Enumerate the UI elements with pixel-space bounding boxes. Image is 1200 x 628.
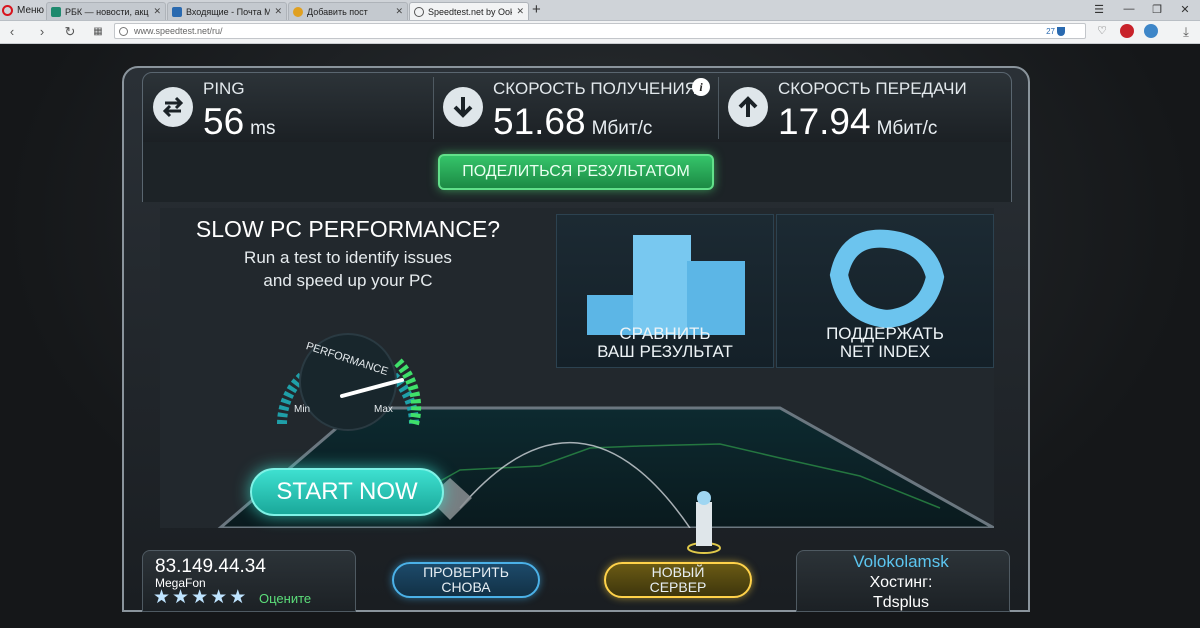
upload-label: СКОРОСТЬ ПЕРЕДАЧИ	[778, 79, 967, 98]
close-window-icon[interactable]: ✕	[1174, 0, 1196, 18]
mail-favicon-icon	[172, 6, 182, 17]
server-location-marker-icon	[687, 491, 721, 554]
client-ip: 83.149.44.34	[155, 556, 266, 577]
back-icon[interactable]: ‹	[4, 24, 20, 39]
post-favicon-icon	[293, 6, 303, 17]
tab-add-post[interactable]: Добавить пост ✕	[288, 2, 408, 20]
tab-close-icon[interactable]: ✕	[395, 6, 403, 17]
address-url: www.speedtest.net/ru/	[134, 26, 223, 36]
info-icon[interactable]: i	[692, 78, 710, 96]
compare-result-tile[interactable]: СРАВНИТЬ ВАШ РЕЗУЛЬТАТ	[556, 214, 774, 368]
adblock-extension-icon[interactable]	[1120, 24, 1134, 38]
net-index-line-2: NET INDEX	[839, 342, 931, 361]
tab-title: Speedtest.net by Ookla - S	[428, 6, 512, 17]
browser-tab-bar: Меню РБК — новости, акции, к ✕ Входящие …	[0, 0, 1200, 21]
ad-subtitle: Run a test to identify issues and speed …	[186, 246, 510, 292]
net-index-line-1: ПОДДЕРЖАТЬ	[826, 324, 944, 343]
net-index-tile[interactable]: ПОДДЕРЖАТЬ NET INDEX	[776, 214, 994, 368]
tab-title: РБК — новости, акции, к	[65, 6, 149, 17]
ping-value-line: 56 ms	[203, 101, 275, 143]
upload-arrow-icon	[728, 87, 768, 127]
download-value-line: 51.68 Мбит/с	[493, 101, 652, 143]
gauge-max-label: Max	[374, 404, 393, 415]
new-server-line-1: НОВЫЙ	[651, 564, 705, 580]
reload-icon[interactable]: ↻	[62, 24, 78, 40]
browser-menu-button[interactable]: Меню	[2, 2, 44, 18]
tab-title: Входящие - Почта Mail.R	[186, 6, 270, 17]
performance-gauge: PERFORMANCE Min Max	[277, 333, 422, 431]
ping-arrows-icon	[153, 87, 193, 127]
blocked-count: 27	[1046, 26, 1055, 36]
net-index-tile-label: ПОДДЕРЖАТЬ NET INDEX	[777, 325, 993, 361]
speed-dial-icon[interactable]: ▦	[90, 26, 106, 37]
ad-title: SLOW PC PERFORMANCE?	[195, 216, 501, 242]
bar-graph-icon	[587, 235, 745, 335]
rating-star-icon[interactable]: ★	[210, 588, 227, 608]
tab-speedtest[interactable]: Speedtest.net by Ookla - S ✕	[409, 2, 529, 20]
metrics-bar: PING 56 ms СКОРОСТЬ ПОЛУЧЕНИЯ 51.68 Мбит/с…	[142, 72, 1012, 144]
address-bar[interactable]: www.speedtest.net/ru/ 27 ♡	[114, 23, 1107, 39]
tab-title: Добавить пост	[307, 6, 368, 17]
download-unit: Мбит/с	[591, 118, 653, 139]
download-label: СКОРОСТЬ ПОЛУЧЕНИЯ	[493, 79, 698, 98]
forward-icon[interactable]: ›	[34, 24, 50, 39]
ping-metric: PING 56 ms	[143, 73, 433, 143]
heart-icon[interactable]: ♡	[1097, 24, 1107, 37]
shield-icon[interactable]	[1057, 27, 1065, 36]
rating-stars[interactable]: ★ ★ ★ ★ ★	[153, 588, 246, 608]
ping-unit: ms	[250, 118, 276, 139]
retest-button[interactable]: ПРОВЕРИТЬ СНОВА	[392, 562, 540, 598]
ping-value: 56	[203, 101, 245, 142]
download-icon[interactable]: ⤓	[1178, 24, 1194, 40]
rating-star-icon[interactable]: ★	[191, 588, 208, 608]
opera-logo-icon	[2, 4, 13, 16]
tab-rbc[interactable]: РБК — новости, акции, к ✕	[46, 2, 166, 20]
share-result-button[interactable]: ПОДЕЛИТЬСЯ РЕЗУЛЬТАТОМ	[438, 154, 714, 190]
upload-value: 17.94	[778, 101, 871, 142]
start-now-button[interactable]: START NOW	[250, 468, 444, 516]
retest-line-1: ПРОВЕРИТЬ	[423, 564, 509, 580]
host-name: Tdsplus	[872, 594, 930, 611]
menu-label: Меню	[17, 4, 45, 16]
speedtest-favicon-icon	[414, 6, 424, 17]
gauge-min-label: Min	[294, 404, 310, 415]
new-server-line-2: СЕРВЕР	[649, 579, 707, 595]
net-index-logo-icon	[829, 229, 945, 329]
tab-close-icon[interactable]: ✕	[274, 6, 282, 17]
rbc-favicon-icon	[51, 6, 61, 17]
tab-mail[interactable]: Входящие - Почта Mail.R ✕	[167, 2, 287, 20]
compare-tile-label: СРАВНИТЬ ВАШ РЕЗУЛЬТАТ	[557, 325, 773, 361]
rate-isp-label[interactable]: Оцените	[259, 591, 311, 606]
rating-star-icon[interactable]: ★	[229, 588, 246, 608]
compare-line-2: ВАШ РЕЗУЛЬТАТ	[597, 342, 733, 361]
tab-close-icon[interactable]: ✕	[153, 6, 161, 17]
browser-toolbar: ‹ › ↻ ▦ www.speedtest.net/ru/ 27 ♡ ⤓	[0, 21, 1200, 44]
retest-line-2: СНОВА	[441, 579, 491, 595]
download-metric: СКОРОСТЬ ПОЛУЧЕНИЯ 51.68 Мбит/с	[433, 73, 718, 143]
host-label: Хостинг:	[869, 574, 933, 591]
ping-label: PING	[203, 79, 245, 98]
maximize-icon[interactable]: ❐	[1146, 0, 1168, 18]
tab-close-icon[interactable]: ✕	[516, 6, 524, 17]
upload-metric: СКОРОСТЬ ПЕРЕДАЧИ 17.94 Мбит/с	[718, 73, 1011, 143]
server-city[interactable]: Volokolamsk	[796, 552, 1006, 572]
globe-icon	[119, 26, 128, 36]
new-server-button[interactable]: НОВЫЙ СЕРВЕР	[604, 562, 752, 598]
ad-subtitle-line-1: Run a test to identify issues	[244, 248, 452, 267]
ad-subtitle-line-2: and speed up your PC	[263, 271, 433, 290]
download-value: 51.68	[493, 101, 586, 142]
compare-line-1: СРАВНИТЬ	[619, 324, 711, 343]
upload-value-line: 17.94 Мбит/с	[778, 101, 937, 143]
tab-menu-icon[interactable]: ☰	[1088, 0, 1110, 18]
upload-unit: Мбит/с	[876, 118, 938, 139]
rating-star-icon[interactable]: ★	[153, 588, 170, 608]
rating-star-icon[interactable]: ★	[172, 588, 189, 608]
translate-extension-icon[interactable]	[1144, 24, 1158, 38]
download-arrow-icon	[443, 87, 483, 127]
new-tab-icon[interactable]: +	[532, 1, 541, 18]
minimize-icon[interactable]: —	[1118, 0, 1140, 18]
